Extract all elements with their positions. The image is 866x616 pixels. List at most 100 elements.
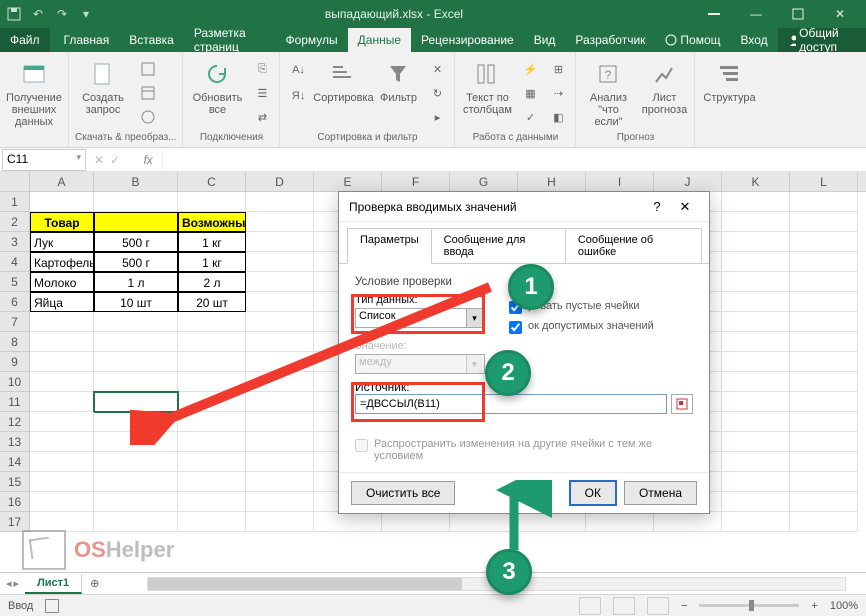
cell[interactable] <box>790 212 858 232</box>
range-picker-icon[interactable] <box>671 394 693 414</box>
sheet-tab-1[interactable]: Лист1 <box>25 574 82 594</box>
cell[interactable] <box>790 352 858 372</box>
formula-input[interactable] <box>162 150 866 170</box>
cell[interactable] <box>94 412 178 432</box>
cell[interactable] <box>94 192 178 212</box>
view-normal-icon[interactable] <box>579 597 601 615</box>
tab-pagelayout[interactable]: Разметка страниц <box>184 28 276 52</box>
new-query-button[interactable]: Создать запрос <box>75 58 131 116</box>
source-input[interactable] <box>355 394 667 414</box>
cell[interactable] <box>246 392 314 412</box>
cell[interactable] <box>94 312 178 332</box>
cell[interactable] <box>382 512 450 532</box>
cell[interactable] <box>246 292 314 312</box>
close-icon[interactable]: ✕ <box>820 0 860 28</box>
show-queries-icon[interactable] <box>137 58 159 80</box>
cell[interactable] <box>790 232 858 252</box>
cell[interactable] <box>30 372 94 392</box>
cell[interactable] <box>790 392 858 412</box>
cell[interactable] <box>246 492 314 512</box>
manage-model-icon[interactable]: ◧ <box>547 106 569 128</box>
cell[interactable] <box>94 392 178 412</box>
undo-icon[interactable]: ↶ <box>30 6 46 22</box>
cell[interactable] <box>246 452 314 472</box>
cell[interactable] <box>790 292 858 312</box>
cell[interactable] <box>722 292 790 312</box>
cell[interactable] <box>178 332 246 352</box>
dialog-close-icon[interactable]: ✕ <box>671 199 699 215</box>
row-header[interactable]: 16 <box>0 492 30 512</box>
column-header[interactable]: G <box>450 172 518 191</box>
column-header[interactable]: I <box>586 172 654 191</box>
column-header[interactable]: D <box>246 172 314 191</box>
cell[interactable] <box>790 332 858 352</box>
cell[interactable] <box>246 312 314 332</box>
cell[interactable]: 500 г <box>94 252 178 272</box>
cell[interactable] <box>790 492 858 512</box>
cell[interactable]: Яйца <box>30 292 94 312</box>
tab-signin[interactable]: Вход <box>731 28 778 52</box>
row-header[interactable]: 17 <box>0 512 30 532</box>
flash-fill-icon[interactable]: ⚡ <box>519 58 541 80</box>
cell[interactable] <box>178 452 246 472</box>
reapply-icon[interactable]: ↻ <box>426 82 448 104</box>
cell[interactable] <box>30 352 94 372</box>
cell[interactable] <box>30 332 94 352</box>
save-icon[interactable] <box>6 6 22 22</box>
cell[interactable] <box>178 352 246 372</box>
cell[interactable] <box>178 372 246 392</box>
cell[interactable]: 20 шт <box>178 292 246 312</box>
qat-customize-icon[interactable]: ▾ <box>78 6 94 22</box>
sort-desc-icon[interactable]: Я↓ <box>286 84 310 108</box>
dialog-tab-input[interactable]: Сообщение для ввода <box>431 228 566 264</box>
row-header[interactable]: 3 <box>0 232 30 252</box>
column-header[interactable]: L <box>790 172 858 191</box>
cell[interactable] <box>722 452 790 472</box>
cell[interactable] <box>94 492 178 512</box>
cell[interactable] <box>30 492 94 512</box>
dialog-titlebar[interactable]: Проверка вводимых значений ? ✕ <box>339 192 709 222</box>
tab-insert[interactable]: Вставка <box>119 28 184 52</box>
cell[interactable] <box>654 512 722 532</box>
data-validation-icon[interactable]: ✓ <box>519 106 541 128</box>
cell[interactable]: 500 г <box>94 232 178 252</box>
cell[interactable]: Возможны <box>178 212 246 232</box>
cell[interactable]: 1 кг <box>178 232 246 252</box>
cell[interactable] <box>722 412 790 432</box>
cell[interactable] <box>586 512 654 532</box>
ribbon-options-icon[interactable] <box>694 0 734 28</box>
whatif-button[interactable]: ? Анализ "что если" <box>582 58 634 128</box>
column-header[interactable]: F <box>382 172 450 191</box>
tab-data[interactable]: Данные <box>348 28 411 52</box>
type-select[interactable]: Список▾ <box>355 308 485 328</box>
cell[interactable] <box>722 372 790 392</box>
cell[interactable] <box>790 412 858 432</box>
add-sheet-icon[interactable]: ⊕ <box>82 577 107 590</box>
row-header[interactable]: 14 <box>0 452 30 472</box>
cell[interactable] <box>790 512 858 532</box>
row-header[interactable]: 4 <box>0 252 30 272</box>
column-header[interactable]: C <box>178 172 246 191</box>
tab-view[interactable]: Вид <box>524 28 566 52</box>
advanced-icon[interactable]: ▸ <box>426 106 448 128</box>
cell[interactable] <box>790 312 858 332</box>
incell-dropdown-checkbox[interactable] <box>509 321 522 334</box>
cell[interactable] <box>30 432 94 452</box>
cell[interactable] <box>178 192 246 212</box>
fx-icon[interactable]: fx <box>140 153 156 167</box>
name-box[interactable]: C11 <box>2 149 86 171</box>
tab-home[interactable]: Главная <box>54 28 120 52</box>
cell[interactable] <box>722 232 790 252</box>
outline-button[interactable]: Структура <box>701 58 757 104</box>
cell[interactable] <box>246 372 314 392</box>
sheet-nav-first-icon[interactable]: ◂ <box>6 577 12 590</box>
cell[interactable] <box>246 252 314 272</box>
cell[interactable] <box>178 412 246 432</box>
column-header[interactable]: K <box>722 172 790 191</box>
row-header[interactable]: 6 <box>0 292 30 312</box>
cell[interactable] <box>94 472 178 492</box>
cell[interactable] <box>790 372 858 392</box>
zoom-out-icon[interactable]: − <box>681 600 687 612</box>
cell[interactable] <box>518 512 586 532</box>
cell[interactable] <box>790 432 858 452</box>
